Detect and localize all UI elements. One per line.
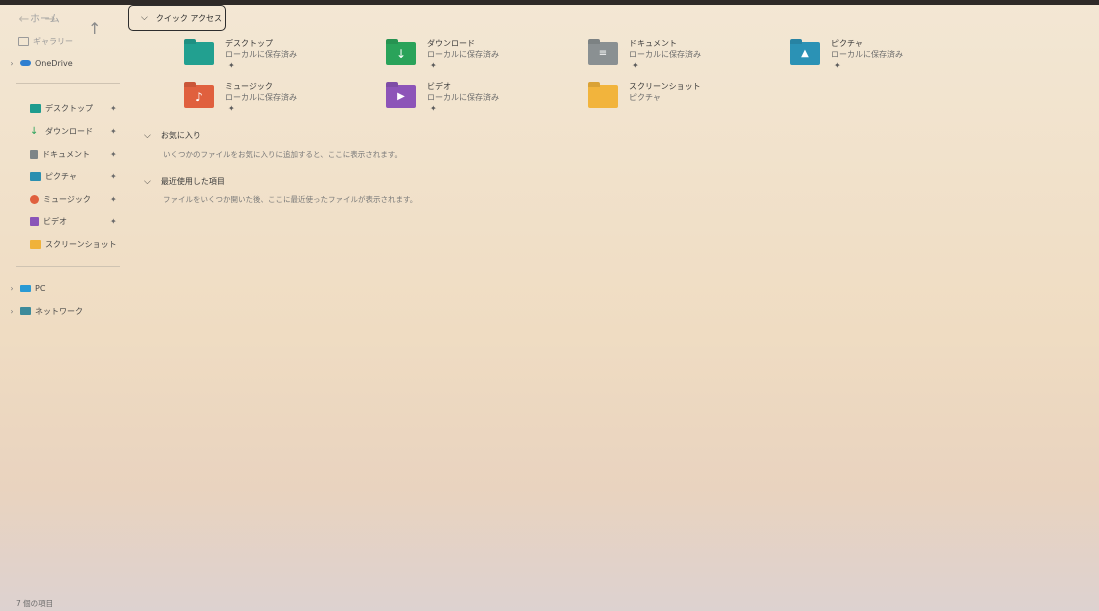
sidebar-item-onedrive[interactable]: › OneDrive	[8, 56, 73, 70]
sidebar-item-label: PC	[35, 283, 46, 293]
chevron-down-icon: ⌵	[144, 176, 151, 187]
quick-access-header[interactable]: ⌵ クイック アクセス	[128, 5, 226, 31]
status-item-count: 7 個の項目	[16, 599, 54, 608]
sidebar-item-label: スクリーンショット	[45, 239, 117, 249]
music-icon	[30, 194, 39, 204]
chevron-right-icon[interactable]: ›	[8, 59, 16, 68]
tile-name: ドキュメント	[629, 39, 677, 48]
tile-name: ミュージック	[225, 82, 273, 91]
sidebar-item-music[interactable]: ミュージック ✦	[30, 192, 117, 206]
pin-icon: ✦	[632, 61, 639, 70]
tile-subtitle: ピクチャ	[629, 93, 661, 102]
folder-icon	[30, 239, 41, 249]
sidebar-item-label: ピクチャ	[45, 171, 77, 181]
documents-folder-icon: ≡	[588, 42, 618, 65]
chevron-right-icon[interactable]: ›	[8, 307, 16, 316]
pc-icon	[20, 284, 31, 292]
pin-icon: ✦	[110, 149, 117, 159]
sidebar-item-pc[interactable]: › PC	[8, 281, 45, 295]
gallery-icon	[18, 36, 29, 46]
tile-subtitle: ローカルに保存済み	[225, 50, 297, 59]
sidebar-item-label: ギャラリー	[33, 36, 73, 46]
pin-icon: ✦	[110, 194, 117, 204]
videos-folder-icon: ▶	[386, 85, 416, 108]
quick-access-tile-downloads[interactable]: ↓ ダウンロード ローカルに保存済み ✦	[386, 38, 586, 72]
sidebar-item-desktop[interactable]: デスクトップ ✦	[30, 101, 117, 115]
home-breadcrumb[interactable]: ホーム	[30, 10, 60, 25]
quick-access-tile-pictures[interactable]: ▲ ピクチャ ローカルに保存済み ✦	[790, 38, 990, 72]
download-folder-icon: ↓	[386, 42, 416, 65]
tile-name: デスクトップ	[225, 39, 273, 48]
sidebar-item-downloads[interactable]: ↓ ダウンロード ✦	[30, 124, 117, 138]
quick-access-tile-desktop[interactable]: デスクトップ ローカルに保存済み ✦	[184, 38, 384, 72]
quick-access-tile-screenshots[interactable]: スクリーンショット ピクチャ	[588, 81, 788, 115]
sidebar-divider	[16, 83, 120, 84]
chevron-down-icon: ⌵	[144, 130, 151, 141]
sidebar-item-pictures[interactable]: ピクチャ ✦	[30, 169, 117, 183]
quick-access-title: クイック アクセス	[155, 13, 222, 23]
tile-name: ビデオ	[427, 82, 451, 91]
pin-icon: ✦	[430, 104, 437, 113]
recent-title: 最近使用した項目	[160, 177, 225, 186]
tile-subtitle: ローカルに保存済み	[831, 50, 903, 59]
document-icon	[30, 149, 38, 159]
sidebar-item-screenshots[interactable]: スクリーンショット	[30, 237, 117, 251]
tile-subtitle: ローカルに保存済み	[629, 50, 701, 59]
sidebar-item-label: ドキュメント	[42, 149, 90, 159]
pictures-folder-icon: ▲	[790, 42, 820, 65]
video-icon	[30, 216, 39, 226]
quick-access-tile-documents[interactable]: ≡ ドキュメント ローカルに保存済み ✦	[588, 38, 788, 72]
sidebar-item-label: デスクトップ	[45, 103, 93, 113]
pin-icon: ✦	[228, 61, 235, 70]
sidebar-item-documents[interactable]: ドキュメント ✦	[30, 147, 117, 161]
tile-subtitle: ローカルに保存済み	[225, 93, 297, 102]
pictures-icon	[30, 171, 41, 181]
quick-access-tile-videos[interactable]: ▶ ビデオ ローカルに保存済み ✦	[386, 81, 586, 115]
recent-section-header[interactable]: ⌵ 最近使用した項目	[144, 176, 225, 187]
desktop-folder-icon	[30, 103, 41, 113]
music-folder-icon: ♪	[184, 85, 214, 108]
up-arrow-icon[interactable]: ↑	[88, 16, 101, 40]
download-icon: ↓	[30, 125, 39, 137]
tile-subtitle: ローカルに保存済み	[427, 50, 499, 59]
chevron-right-icon[interactable]: ›	[8, 284, 16, 293]
pin-icon: ✦	[110, 103, 117, 113]
pin-icon: ✦	[110, 171, 117, 181]
desktop-folder-icon	[184, 42, 214, 65]
pin-icon: ✦	[834, 61, 841, 70]
sidebar-item-label: ネットワーク	[35, 306, 83, 316]
quick-access-tile-music[interactable]: ♪ ミュージック ローカルに保存済み ✦	[184, 81, 384, 115]
pin-icon: ✦	[110, 126, 117, 136]
favorites-section-header[interactable]: ⌵ お気に入り	[144, 130, 201, 141]
sidebar-item-network[interactable]: › ネットワーク	[8, 304, 83, 318]
screenshots-folder-icon	[588, 85, 618, 108]
tile-name: スクリーンショット	[629, 82, 701, 91]
sidebar-item-label: OneDrive	[35, 58, 73, 68]
sidebar-item-label: ビデオ	[43, 216, 67, 226]
tile-name: ピクチャ	[831, 39, 863, 48]
sidebar-item-videos[interactable]: ビデオ ✦	[30, 214, 117, 228]
sidebar-item-label: ダウンロード	[45, 126, 93, 136]
tile-subtitle: ローカルに保存済み	[427, 93, 499, 102]
network-icon	[20, 307, 31, 315]
pin-icon: ✦	[110, 216, 117, 226]
tile-name: ダウンロード	[427, 39, 475, 48]
favorites-description: いくつかのファイルをお気に入りに追加すると、ここに表示されます。	[163, 150, 402, 159]
sidebar-divider	[16, 266, 120, 267]
cloud-icon	[20, 60, 31, 66]
pin-icon: ✦	[430, 61, 437, 70]
favorites-title: お気に入り	[160, 131, 201, 140]
sidebar-item-label: ミュージック	[43, 194, 91, 204]
chevron-down-icon: ⌵	[141, 13, 148, 23]
recent-description: ファイルをいくつか開いた後、ここに最近使ったファイルが表示されます。	[163, 195, 418, 204]
sidebar-item-gallery[interactable]: ギャラリー	[18, 34, 73, 48]
pin-icon: ✦	[228, 104, 235, 113]
